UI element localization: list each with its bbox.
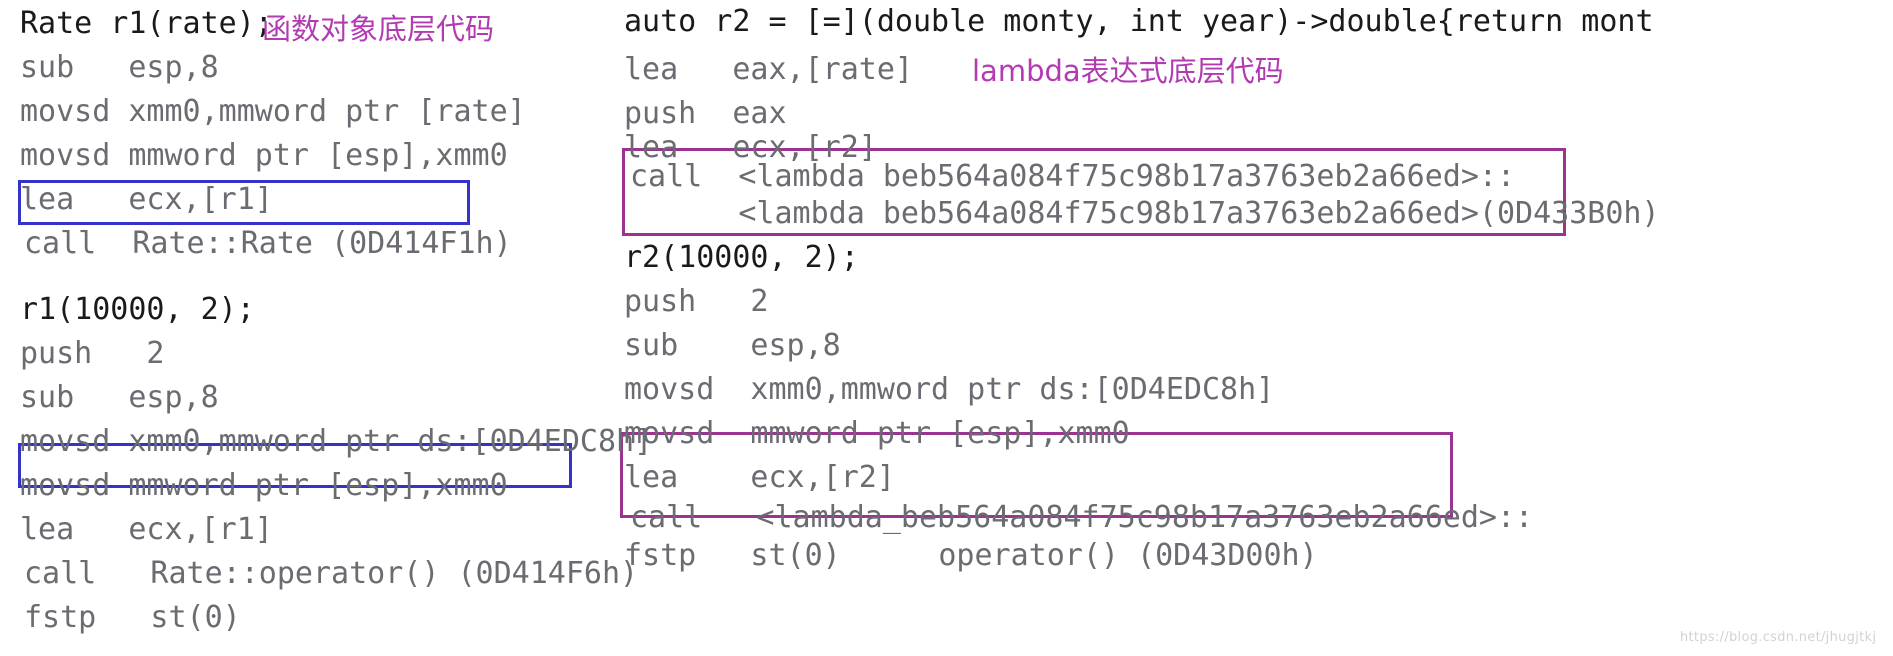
right-source-line-lambda-decl: auto r2 = [=](double monty, int year)->d… (624, 4, 1654, 39)
right-asm-line-sub-esp: sub esp,8 (624, 328, 841, 363)
right-asm-line-lea-ecx-r2-2: lea ecx,[r2] (624, 460, 895, 495)
left-source-line-rate-decl: Rate r1(rate); (20, 6, 273, 41)
left-asm-line-sub-esp-2: sub esp,8 (20, 380, 219, 415)
right-source-line-r2-invoke: r2(10000, 2); (624, 240, 859, 275)
left-asm-line-push-2: push 2 (20, 336, 165, 371)
annotation-function-object: 函数对象底层代码 (262, 12, 495, 46)
left-asm-line-movsd-esp-xmm0: movsd mmword ptr [esp],xmm0 (20, 138, 508, 173)
left-asm-line-lea-ecx-r1-2: lea ecx,[r1] (20, 512, 273, 547)
right-asm-line-lambda-operator-addr: operator() (0D43D00h) (830, 538, 1318, 573)
right-asm-line-push-2: push 2 (624, 284, 769, 319)
left-asm-line-movsd-esp-xmm0-2: movsd mmword ptr [esp],xmm0 (20, 468, 508, 503)
left-asm-line-call-rate-operator: call Rate::operator() (0D414F6h) (24, 556, 639, 591)
csdn-watermark: https://blog.csdn.net/jhugjtkj (1680, 630, 1877, 645)
left-source-line-r1-invoke: r1(10000, 2); (20, 292, 255, 327)
right-asm-line-call-lambda-ctor-cont: <lambda beb564a084f75c98b17a3763eb2a66ed… (630, 196, 1660, 231)
right-asm-line-lea-eax-rate: lea eax,[rate] (624, 52, 913, 87)
right-asm-line-movsd-esp-xmm0: movsd mmword ptr [esp],xmm0 (624, 416, 1130, 451)
left-asm-line-call-rate-ctor: call Rate::Rate (0D414F1h) (24, 226, 512, 261)
left-asm-line-movsd-xmm0-ds: movsd xmm0,mmword ptr ds:[0D4EDC8h] (20, 424, 653, 459)
left-asm-line-sub-esp: sub esp,8 (20, 50, 219, 85)
annotation-lambda-expression: lambda表达式底层代码 (972, 54, 1284, 88)
right-asm-line-fstp-st0: fstp st(0) (624, 538, 841, 573)
left-asm-line-fstp-st0: fstp st(0) (24, 600, 241, 635)
left-asm-line-movsd-xmm0-rate: movsd xmm0,mmword ptr [rate] (20, 94, 526, 129)
screenshot-canvas: Rate r1(rate); sub esp,8 movsd xmm0,mmwo… (0, 0, 1893, 656)
right-asm-line-movsd-xmm0-ds: movsd xmm0,mmword ptr ds:[0D4EDC8h] (624, 372, 1275, 407)
left-asm-line-lea-ecx-r1: lea ecx,[r1] (20, 182, 273, 217)
